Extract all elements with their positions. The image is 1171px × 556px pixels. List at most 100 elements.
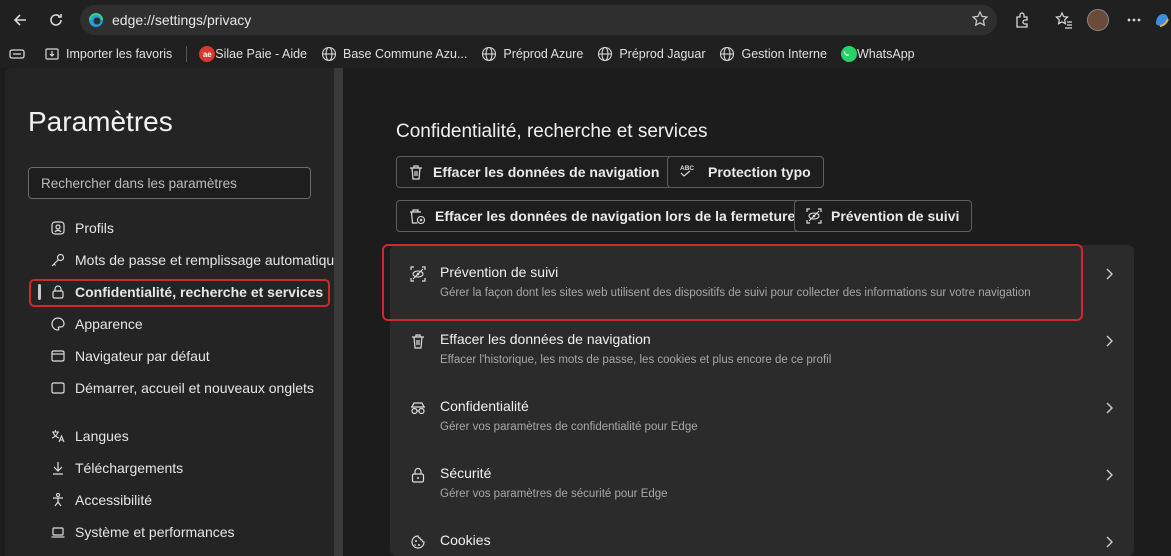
chevron-right-icon (1104, 267, 1114, 286)
sidebar-item-languages[interactable]: Langues (49, 424, 129, 448)
row-description: Gérer vos paramètres de sécurité pour Ed… (440, 488, 668, 500)
favorites-divider (186, 46, 188, 62)
typo-protection-button[interactable]: ABC Protection typo (667, 156, 824, 188)
address-url[interactable]: edge://settings/privacy (112, 12, 251, 28)
favorite-label: Gestion Interne (741, 47, 827, 61)
row-title: Sécurité (440, 465, 492, 481)
favorite-label: Préprod Jaguar (619, 47, 706, 61)
incognito-glasses-icon (409, 399, 427, 417)
refresh-icon (50, 14, 62, 26)
section-title: Confidentialité, recherche et services (396, 121, 708, 142)
favorite-whatsapp[interactable]: WhatsApp (840, 46, 915, 62)
download-icon (49, 459, 67, 477)
address-bar[interactable]: edge://settings/privacy (80, 5, 997, 35)
ae-logo-icon: ae (199, 46, 216, 62)
favorite-label: Silae Paie - Aide (215, 47, 308, 61)
row-privacy[interactable]: Confidentialité Gérer vos paramètres de … (390, 379, 1134, 446)
favorite-label: WhatsApp (856, 47, 915, 61)
edge-logo-icon (89, 13, 103, 27)
favorite-import[interactable]: Importer les favoris (44, 46, 172, 62)
sidebar-item-system[interactable]: Système et performances (49, 520, 235, 544)
trash-icon (409, 332, 427, 350)
sidebar-item-label: Téléchargements (75, 460, 184, 476)
favorite-gestion-interne[interactable]: Gestion Interne (719, 46, 827, 62)
favorite-base-commune[interactable]: Base Commune Azu... (321, 46, 467, 62)
sidebar-item-label: Système et performances (75, 524, 235, 540)
clear-data-on-close-button[interactable]: Effacer les données de navigation lors d… (396, 200, 809, 232)
browser-toolbar: edge://settings/privacy (0, 0, 1171, 40)
home-icon (49, 379, 67, 397)
favorite-preprod-jaguar[interactable]: Préprod Jaguar (597, 46, 705, 62)
chevron-right-icon (1104, 535, 1114, 554)
profile-button[interactable] (1082, 4, 1114, 36)
key-icon (49, 251, 67, 269)
favorite-label: Importer les favoris (66, 47, 173, 61)
globe-icon (720, 46, 735, 62)
sidebar-scrollbar[interactable] (334, 68, 343, 556)
sidebar-item-default-browser[interactable]: Navigateur par défaut (49, 344, 210, 368)
import-favorites-icon (45, 48, 59, 60)
sidebar-item-passwords[interactable]: Mots de passe et remplissage automatique (49, 248, 342, 272)
sidebar-item-profils[interactable]: Profils (49, 216, 114, 240)
row-cookies[interactable]: Cookies (390, 513, 1134, 556)
globe-icon (482, 46, 497, 62)
back-arrow-icon (13, 14, 26, 26)
sidebar-item-appearance[interactable]: Apparence (49, 312, 143, 336)
sidebar-item-label: Profils (75, 220, 114, 236)
row-title: Cookies (440, 532, 491, 548)
avatar (1087, 9, 1109, 31)
highlight-box-privacy (29, 279, 330, 307)
globe-icon (598, 46, 613, 62)
settings-page: Paramètres Rechercher dans les paramètre… (0, 68, 1171, 556)
accessibility-icon (49, 491, 67, 509)
palette-icon (49, 315, 67, 333)
copilot-icon (1156, 14, 1169, 27)
copilot-button[interactable] (1146, 4, 1171, 36)
favorites-button[interactable] (1048, 4, 1080, 36)
favorite-star-button[interactable] (971, 10, 989, 33)
clear-browsing-data-button[interactable]: Effacer les données de navigation (396, 156, 673, 188)
laptop-icon (49, 523, 67, 541)
row-security[interactable]: Sécurité Gérer vos paramètres de sécurit… (390, 446, 1134, 513)
sidebar-item-downloads[interactable]: Téléchargements (49, 456, 183, 480)
sidebar-item-label: Apparence (75, 316, 143, 332)
sidebar-item-start-home[interactable]: Démarrer, accueil et nouveaux onglets (49, 376, 314, 400)
favorites-list-icon (1055, 11, 1072, 29)
row-title: Confidentialité (440, 398, 529, 414)
tab-actions-icon[interactable] (8, 47, 32, 61)
button-label: Effacer les données de navigation (433, 164, 660, 180)
sidebar-item-label: Accessibilité (75, 492, 153, 508)
tracking-prevention-icon (805, 207, 823, 225)
trash-clock-icon (407, 207, 427, 225)
row-description: Gérer vos paramètres de confidentialité … (440, 421, 698, 433)
button-label: Effacer les données de navigation lors d… (435, 208, 796, 224)
sidebar-item-label: Mots de passe et remplissage automatique (75, 252, 342, 268)
chevron-right-icon (1104, 334, 1114, 353)
button-label: Protection typo (708, 164, 811, 180)
row-description: Effacer l'historique, les mots de passe,… (440, 354, 832, 366)
refresh-button[interactable] (40, 4, 72, 36)
button-label: Prévention de suivi (831, 208, 960, 224)
chevron-right-icon (1104, 468, 1114, 487)
favorite-preprod-azure[interactable]: Préprod Azure (481, 46, 583, 62)
back-button[interactable] (4, 4, 36, 36)
trash-icon (407, 163, 425, 181)
row-title: Effacer les données de navigation (440, 331, 651, 347)
cookie-icon (409, 533, 427, 551)
browser-icon (49, 347, 67, 365)
whatsapp-icon (840, 46, 857, 62)
highlight-box-tracking (382, 244, 1083, 321)
favorite-silae[interactable]: ae Silae Paie - Aide (199, 46, 307, 62)
favorite-label: Préprod Azure (503, 47, 584, 61)
extensions-button[interactable] (1006, 4, 1038, 36)
favorites-bar: Importer les favoris ae Silae Paie - Aid… (0, 40, 1171, 68)
sidebar-item-accessibility[interactable]: Accessibilité (49, 488, 152, 512)
settings-search-input[interactable]: Rechercher dans les paramètres (28, 167, 311, 199)
profile-icon (49, 219, 67, 237)
tracking-prevention-button[interactable]: Prévention de suivi (794, 200, 973, 232)
language-icon (49, 427, 67, 445)
globe-icon (321, 46, 337, 62)
star-icon (971, 10, 989, 27)
sidebar-item-label: Langues (75, 428, 129, 444)
row-clear-browsing-data[interactable]: Effacer les données de navigation Efface… (390, 312, 1134, 379)
